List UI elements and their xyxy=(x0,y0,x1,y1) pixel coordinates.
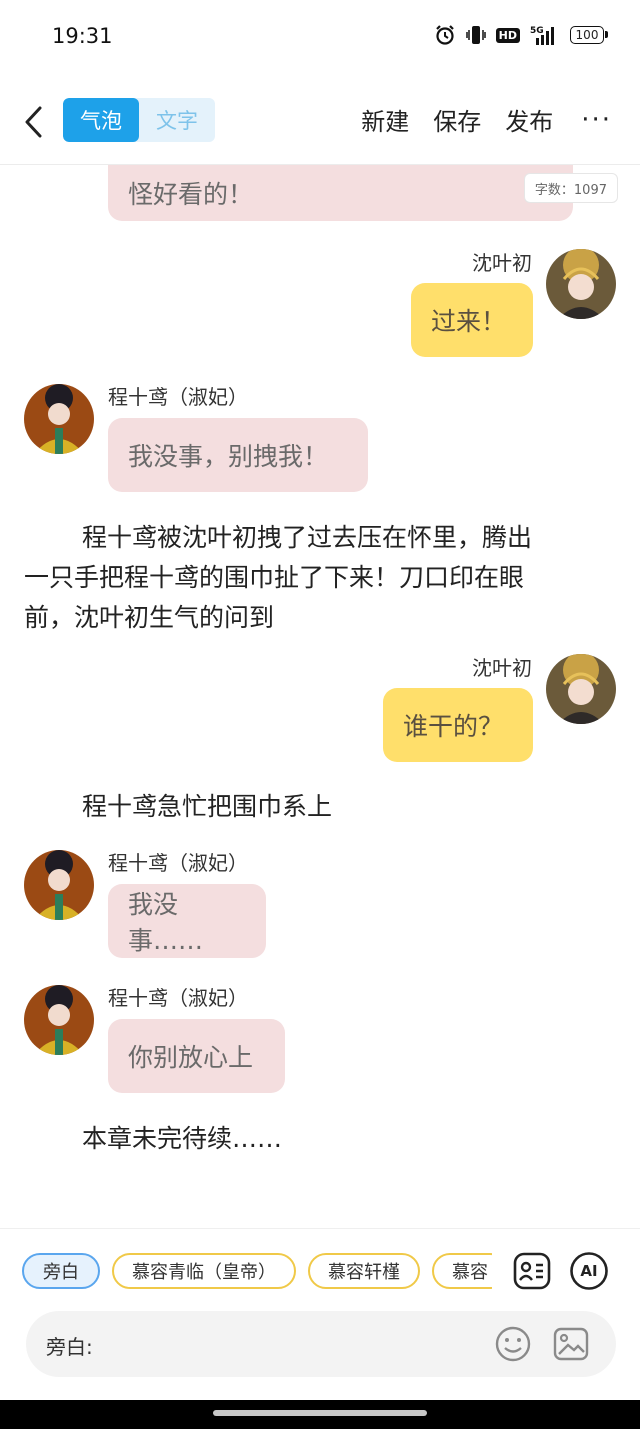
status-icons: HD 5G 100 xyxy=(434,24,608,46)
chevron-left-icon xyxy=(25,106,42,138)
narration-line: 前，沈叶初生气的问到 xyxy=(24,603,275,632)
chip-narrator[interactable]: 旁白 xyxy=(22,1253,100,1289)
hd-icon: HD xyxy=(495,27,520,43)
bottom-panel: 旁白 慕容青临（皇帝） 慕容轩槿 慕容 AI 旁白: xyxy=(0,1228,640,1401)
image-icon xyxy=(553,1327,589,1361)
character-chips: 旁白 慕容青临（皇帝） 慕容轩槿 慕容 xyxy=(22,1253,492,1293)
message-text: 你别放心上 xyxy=(128,1043,254,1072)
avatar-cheng-shiyuan[interactable] xyxy=(24,384,94,454)
speaker-name: 程十鸢（淑妃） xyxy=(108,385,248,409)
chip-character[interactable]: 慕容青临（皇帝） xyxy=(112,1253,296,1289)
speaker-name: 程十鸢（淑妃） xyxy=(108,986,248,1010)
battery-icon: 100 xyxy=(570,26,608,44)
more-menu-button[interactable]: ··· xyxy=(581,105,612,135)
chip-character[interactable]: 慕容 xyxy=(432,1253,492,1289)
message-text: 怪好看的！ xyxy=(128,180,254,209)
back-button[interactable] xyxy=(18,100,48,144)
alarm-icon xyxy=(434,24,456,46)
signal-icon: 5G xyxy=(530,24,560,46)
status-bar: 19:31 HD 5G 100 xyxy=(0,0,640,72)
narration-text[interactable]: 程十鸢被沈叶初拽了过去压在怀里，腾出 一只手把程十鸢的围巾扯了下来！刀口印在眼 … xyxy=(24,518,594,638)
message-bubble[interactable]: 怪好看的！ xyxy=(108,165,573,221)
speaker-name: 沈叶初 xyxy=(472,656,532,680)
message-input[interactable]: 旁白: xyxy=(26,1311,616,1377)
tab-bubble[interactable]: 气泡 xyxy=(63,98,139,142)
narration-text[interactable]: 本章未完待续…… xyxy=(24,1119,640,1159)
tab-text[interactable]: 文字 xyxy=(139,98,215,142)
ai-label: AI xyxy=(580,1262,598,1280)
speaker-name: 沈叶初 xyxy=(472,251,532,275)
message-bubble[interactable]: 谁干的？ xyxy=(383,688,533,762)
avatar-shen-yechu[interactable] xyxy=(546,654,616,724)
save-button[interactable]: 保存 xyxy=(433,102,481,137)
message-text: 我没事…… xyxy=(128,890,204,955)
emoji-button[interactable] xyxy=(494,1325,532,1363)
word-count-badge: 字数：1097 xyxy=(523,173,618,203)
contacts-button[interactable] xyxy=(512,1251,552,1291)
new-button[interactable]: 新建 xyxy=(361,102,409,137)
avatar-cheng-shiyuan[interactable] xyxy=(24,850,94,920)
narration-line: 一只手把程十鸢的围巾扯了下来！刀口印在眼 xyxy=(24,563,525,592)
avatar-shen-yechu[interactable] xyxy=(546,249,616,319)
narration-line: 本章未完待续…… xyxy=(82,1124,283,1153)
vibrate-icon xyxy=(465,24,486,46)
avatar-cheng-shiyuan[interactable] xyxy=(24,985,94,1055)
narration-line: 程十鸢急忙把围巾系上 xyxy=(82,792,333,821)
contact-card-icon xyxy=(513,1252,551,1290)
svg-text:5G: 5G xyxy=(530,26,544,36)
message-bubble[interactable]: 我没事…… xyxy=(108,884,266,958)
publish-button[interactable]: 发布 xyxy=(505,102,553,137)
message-bubble[interactable]: 你别放心上 xyxy=(108,1019,285,1093)
home-indicator[interactable] xyxy=(213,1410,427,1416)
image-button[interactable] xyxy=(552,1325,590,1363)
message-bubble[interactable]: 过来！ xyxy=(411,283,533,357)
narration-line: 程十鸢被沈叶初拽了过去压在怀里，腾出 xyxy=(82,523,533,552)
message-text: 谁干的？ xyxy=(403,712,504,741)
narration-text[interactable]: 程十鸢急忙把围巾系上 xyxy=(24,787,640,827)
top-actions: 新建 保存 发布 ··· xyxy=(361,102,612,137)
chip-character[interactable]: 慕容轩槿 xyxy=(308,1253,420,1289)
top-bar: 气泡 文字 新建 保存 发布 ··· xyxy=(0,92,640,165)
mode-toggle: 气泡 文字 xyxy=(63,98,215,142)
status-time: 19:31 xyxy=(52,24,113,48)
message-bubble[interactable]: 我没事，别拽我！ xyxy=(108,418,368,492)
message-text: 我没事，别拽我！ xyxy=(128,442,329,471)
message-text: 过来！ xyxy=(431,307,507,336)
speaker-name: 程十鸢（淑妃） xyxy=(108,851,248,875)
ai-button[interactable]: AI xyxy=(569,1251,609,1291)
chat-area[interactable]: 怪好看的！ 字数：1097 沈叶初 过来！ 程十鸢（淑妃） 我没事，别拽我！ 程… xyxy=(0,165,640,1225)
system-nav-bar xyxy=(0,1400,640,1429)
input-role-label: 旁白: xyxy=(46,1335,93,1359)
smiley-icon xyxy=(495,1326,531,1362)
